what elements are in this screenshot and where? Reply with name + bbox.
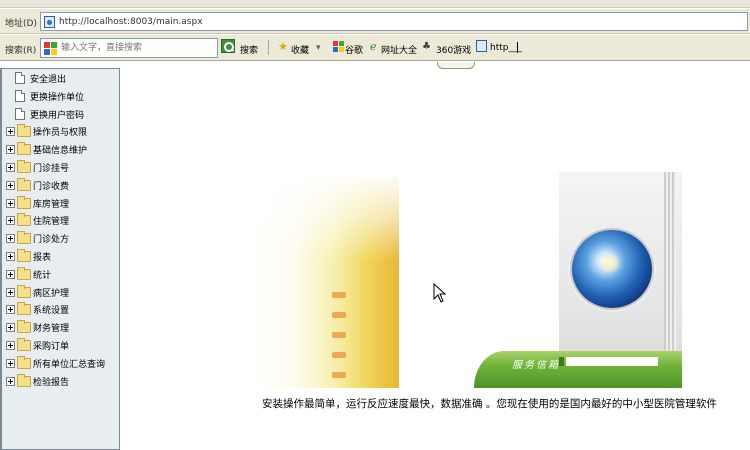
expand-plus-icon[interactable]	[6, 341, 15, 350]
expand-plus-icon[interactable]	[6, 234, 15, 244]
main-content: 服务信箱 安装操作最简单，运行反应速度最快，数据准确 。您现在使用的是国内最好的…	[122, 62, 750, 450]
mouse-pointer-icon	[433, 283, 447, 303]
expand-plus-icon[interactable]	[6, 163, 15, 172]
globe-glint	[599, 252, 621, 274]
search-toolbar: 搜索(R) 搜索 ★ 收藏 ▾ 谷歌 ℯ 网址大全 ♣ 360游戏 http__…	[0, 35, 750, 61]
expand-plus-icon[interactable]	[6, 145, 15, 155]
page-icon	[44, 16, 55, 28]
arrow-icon	[332, 292, 346, 298]
arrow-icon	[332, 332, 346, 338]
expand-plus-icon[interactable]	[6, 323, 15, 333]
sidebar-item-label: 住院管理	[33, 217, 70, 228]
sidebar-tree: 安全退出更换操作单位 更换用户密码 操作员与权限 基础信息维护 门诊挂号门诊收费库房管理…	[0, 68, 120, 450]
arrow-icon	[332, 312, 346, 318]
expand-plus-icon[interactable]	[6, 127, 15, 137]
sidebar-item-label: 统计	[33, 270, 52, 281]
service-mailbox-input[interactable]	[566, 357, 658, 366]
document-icon	[15, 107, 25, 120]
sidebar-item-label: 门诊处方	[33, 235, 70, 246]
banner-white-panel	[399, 202, 569, 352]
text-caret	[517, 42, 518, 53]
expand-plus-icon[interactable]	[6, 269, 15, 279]
sidebar-item-label: 病区护理	[33, 288, 70, 299]
expand-plus-icon[interactable]	[6, 180, 15, 190]
folder-icon	[17, 249, 31, 262]
google-icon[interactable]	[333, 41, 344, 52]
search-go-icon[interactable]	[221, 39, 235, 53]
tagline-text: 安装操作最简单，运行反应速度最快，数据准确 。您现在使用的是国内最好的中小型医院…	[262, 398, 717, 410]
search-button[interactable]: 搜索	[240, 43, 258, 56]
toolbar-separator	[268, 40, 269, 55]
address-bar: 地址(D) http://localhost:8003/main.aspx	[0, 9, 750, 34]
expand-plus-icon[interactable]	[6, 252, 15, 261]
expand-plus-icon[interactable]	[6, 376, 15, 386]
folder-icon	[17, 195, 31, 209]
address-label: 地址(D)	[5, 19, 37, 29]
folder-icon	[17, 320, 31, 334]
document-icon	[15, 89, 25, 102]
service-mailbox-marker	[559, 357, 564, 366]
star-icon[interactable]: ★	[278, 40, 288, 53]
sidebar-item-label: 门诊收费	[33, 181, 70, 192]
url-directory-button[interactable]: 网址大全	[381, 43, 417, 56]
sidebar-item-label: 财务管理	[33, 324, 70, 335]
page-icon[interactable]	[476, 40, 487, 52]
arrow-icon	[332, 352, 346, 358]
search-field[interactable]	[40, 38, 218, 58]
address-url[interactable]: http://localhost:8003/main.aspx	[59, 17, 203, 27]
sidebar-item-label: 基础信息维护	[33, 146, 88, 157]
sidebar-item-label: 更换用户密码	[30, 110, 85, 121]
sidebar-item-label: 库房管理	[33, 199, 70, 210]
folder-icon	[17, 142, 31, 156]
arrow-icon	[332, 372, 346, 378]
sidebar-item-label: 所有单位汇总查询	[33, 359, 106, 370]
gamepad-icon[interactable]: ♣	[422, 41, 431, 52]
folder-icon	[17, 124, 31, 138]
search-engine-logo-icon[interactable]	[44, 42, 57, 55]
expand-plus-icon[interactable]	[6, 287, 15, 297]
favorites-button[interactable]: 收藏	[291, 43, 309, 56]
expand-plus-icon[interactable]	[6, 358, 15, 368]
sidebar-item-label: 门诊挂号	[33, 164, 70, 174]
folder-icon	[17, 355, 31, 369]
sidebar-item-label: 更换操作单位	[30, 92, 85, 103]
service-mailbox-label[interactable]: 服务信箱	[512, 356, 560, 371]
folder-icon	[17, 213, 31, 227]
folder-icon	[17, 266, 31, 280]
sidebar-item-label: 采购订单	[33, 342, 70, 352]
folder-icon	[17, 177, 31, 191]
frame-tab-icon	[437, 62, 475, 69]
browser-toolbar-top	[0, 0, 750, 8]
folder-icon	[17, 231, 31, 245]
folder-icon	[17, 160, 31, 173]
sidebar-item-label: 报表	[33, 253, 52, 263]
chevron-down-icon[interactable]: ▾	[316, 43, 321, 53]
sidebar-item-label: 安全退出	[30, 75, 67, 85]
expand-plus-icon[interactable]	[6, 198, 15, 208]
sidebar-item-label: 系统设置	[33, 306, 70, 317]
address-field[interactable]: http://localhost:8003/main.aspx	[40, 12, 748, 31]
search-input[interactable]	[61, 41, 211, 55]
welcome-banner: 服务信箱	[254, 172, 682, 388]
folder-icon	[17, 373, 31, 387]
search-label: 搜索(R)	[5, 46, 37, 56]
folder-icon	[17, 338, 31, 351]
banner-fade	[254, 172, 399, 262]
expand-plus-icon[interactable]	[6, 305, 15, 315]
document-icon	[15, 72, 25, 84]
folder-icon	[17, 284, 31, 298]
games-button[interactable]: 360游戏	[436, 43, 471, 56]
google-button[interactable]: 谷歌	[345, 43, 363, 56]
sidebar-item-label: 操作员与权限	[33, 128, 88, 139]
folder-icon	[17, 302, 31, 316]
expand-plus-icon[interactable]	[6, 216, 15, 226]
ie-logo-icon[interactable]: ℯ	[370, 40, 377, 53]
sidebar-item-label: 检验报告	[33, 377, 70, 388]
